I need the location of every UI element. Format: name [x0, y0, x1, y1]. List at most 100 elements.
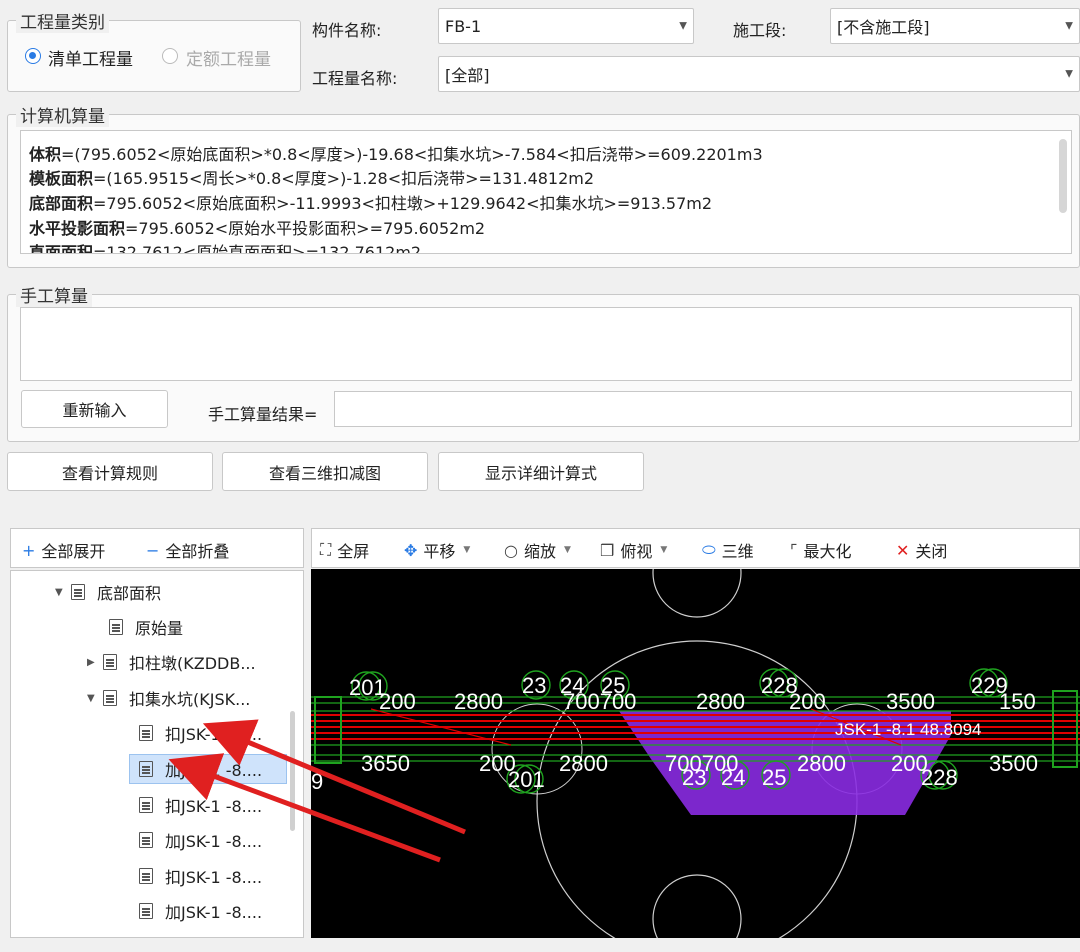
- fullscreen-button[interactable]: ⛶ 全屏: [320, 538, 369, 562]
- document-icon: [139, 832, 153, 848]
- svg-text:25: 25: [762, 765, 786, 790]
- svg-text:228: 228: [921, 765, 958, 790]
- maximize-button[interactable]: ⌜ 最大化: [790, 538, 852, 562]
- drawing-svg: 200 2800 700700 2800 200 3500 150 3650 2…: [311, 569, 1080, 938]
- dim-label: 3500: [989, 751, 1038, 776]
- document-icon: [139, 725, 153, 741]
- segment-value: [不含施工段]: [837, 18, 930, 37]
- collapse-all-button[interactable]: − 全部折叠: [146, 538, 229, 562]
- tree-item[interactable]: 扣JSK-1 -8....: [139, 718, 262, 748]
- drawing-canvas[interactable]: 200 2800 700700 2800 200 3500 150 3650 2…: [311, 569, 1080, 938]
- tree-item[interactable]: 加JSK-1 -8....: [139, 896, 262, 926]
- tree-item[interactable]: 扣JSK-1 -8....: [139, 790, 262, 820]
- close-button[interactable]: ✕ 关闭: [896, 538, 947, 562]
- svg-text:201: 201: [349, 675, 386, 700]
- expand-toggle-icon[interactable]: ▼: [87, 693, 103, 704]
- manual-calc-legend: 手工算量: [16, 282, 92, 307]
- segment-label: 施工段:: [733, 21, 787, 40]
- calc-line-volume: 体积=(795.6052<原始底面积>*0.8<厚度>)-19.68<扣集水坑>…: [29, 145, 763, 164]
- pan-arrows-icon: ✥: [404, 540, 418, 560]
- chevron-down-icon: ▼: [463, 545, 471, 555]
- collapse-minus-icon: −: [146, 540, 160, 560]
- document-icon: [109, 619, 123, 635]
- column-circle: [652, 874, 742, 938]
- document-icon: [71, 584, 85, 600]
- document-icon: [139, 761, 153, 777]
- document-icon: [103, 690, 117, 706]
- manual-calc-input[interactable]: [20, 307, 1072, 381]
- document-icon: [139, 868, 153, 884]
- segment-select[interactable]: [不含施工段] ▼: [830, 8, 1080, 44]
- chevron-down-icon: ▼: [660, 545, 668, 555]
- zoom-button[interactable]: ○ 缩放 ▼: [504, 538, 571, 562]
- expand-toggle-icon[interactable]: ▼: [55, 587, 71, 598]
- cube-icon: ❒: [600, 540, 615, 560]
- expand-toggle-icon[interactable]: ▶: [87, 657, 103, 668]
- maximize-icon: ⌜: [790, 540, 798, 560]
- tree-item[interactable]: ▼ 扣集水坑(KJSK...: [87, 683, 250, 713]
- view-rules-button[interactable]: 查看计算规则: [7, 452, 213, 491]
- tree-item[interactable]: ▶ 扣柱墩(KZDDB...: [87, 647, 256, 677]
- category-legend: 工程量类别: [16, 8, 109, 33]
- radio-quota-label[interactable]: 定额工程量: [186, 45, 271, 70]
- document-icon: [139, 903, 153, 919]
- dim-label: 3650: [361, 751, 410, 776]
- component-select[interactable]: FB-1 ▼: [438, 8, 694, 44]
- radio-bill-quantity[interactable]: [25, 48, 41, 64]
- quantity-name-select[interactable]: [全部] ▼: [438, 56, 1080, 92]
- component-label: 构件名称:: [312, 21, 382, 40]
- reenter-button[interactable]: 重新输入: [21, 390, 168, 428]
- tree-item[interactable]: 加JSK-1 -8....: [139, 825, 262, 855]
- dim-label: 2800: [797, 751, 846, 776]
- topview-button[interactable]: ❒ 俯视 ▼: [600, 538, 667, 562]
- view-3d-deduction-button[interactable]: 查看三维扣减图: [222, 452, 428, 491]
- column-circle: [652, 569, 742, 618]
- fullscreen-icon: ⛶: [320, 540, 332, 559]
- svg-text:23: 23: [682, 765, 706, 790]
- calc-scrollbar[interactable]: [1059, 139, 1067, 213]
- expand-plus-icon: +: [22, 540, 36, 560]
- show-detail-formula-button[interactable]: 显示详细计算式: [438, 452, 644, 491]
- dim-label: 2800: [696, 689, 745, 714]
- edge-label: 9: [311, 769, 323, 794]
- tree-item[interactable]: 原始量: [109, 612, 183, 642]
- svg-text:24: 24: [721, 765, 745, 790]
- calc-line-projection: 水平投影面积=795.6052<原始水平投影面积>=795.6052m2: [29, 219, 486, 238]
- three-d-button[interactable]: ⬭ 三维: [702, 538, 754, 562]
- manual-result-label: 手工算量结果=: [208, 405, 318, 424]
- chevron-down-icon: ▼: [1065, 68, 1073, 80]
- calc-line-formwork: 模板面积=(165.9515<周长>*0.8<厚度>)-1.28<扣后浇带>=1…: [29, 169, 595, 188]
- dim-label: 2800: [454, 689, 503, 714]
- manual-result-input[interactable]: [334, 391, 1072, 427]
- svg-text:24: 24: [560, 673, 584, 698]
- chevron-down-icon: ▼: [563, 545, 571, 555]
- tree-view: ▼ 底部面积 原始量 ▶ 扣柱墩(KZDDB... ▼ 扣集水坑(KJSK... 扣J…: [10, 570, 304, 938]
- svg-text:201: 201: [508, 767, 545, 792]
- calc-line-bottom-area: 底部面积=795.6052<原始底面积>-11.9993<扣柱墩>+129.96…: [29, 194, 713, 213]
- svg-text:228: 228: [761, 673, 798, 698]
- tree-item[interactable]: ▼ 底部面积: [55, 577, 161, 607]
- radio-quota-quantity[interactable]: [162, 48, 178, 64]
- radio-bill-label[interactable]: 清单工程量: [48, 45, 133, 70]
- tree-item[interactable]: 扣JSK-1 -8....: [139, 861, 262, 891]
- computer-calc-legend: 计算机算量: [16, 102, 109, 127]
- close-icon: ✕: [896, 540, 910, 560]
- sphere-icon: ⬭: [702, 540, 716, 559]
- expand-all-button[interactable]: + 全部展开: [22, 538, 105, 562]
- pan-button[interactable]: ✥ 平移 ▼: [404, 538, 470, 562]
- svg-text:25: 25: [601, 673, 625, 698]
- quantity-name-value: [全部]: [445, 66, 490, 85]
- svg-text:229: 229: [971, 673, 1008, 698]
- computer-calc-textbox[interactable]: 体积=(795.6052<原始底面积>*0.8<厚度>)-19.68<扣集水坑>…: [20, 130, 1072, 254]
- tree-scrollbar[interactable]: [290, 711, 295, 831]
- quantity-name-label: 工程量名称:: [312, 69, 398, 88]
- chevron-down-icon: ▼: [679, 20, 687, 32]
- chevron-down-icon: ▼: [1065, 20, 1073, 32]
- document-icon: [103, 654, 117, 670]
- dim-label: 3500: [886, 689, 935, 714]
- calc-line-vertical: 直面面积=132.7612<原始直面面积>=132.7612m2: [29, 243, 422, 254]
- tree-item-selected[interactable]: 加JSK-1 -8....: [129, 754, 287, 784]
- svg-text:23: 23: [522, 673, 546, 698]
- pit-label: JSK-1 -8.1 48.8094: [835, 720, 981, 739]
- dim-label: 2800: [559, 751, 608, 776]
